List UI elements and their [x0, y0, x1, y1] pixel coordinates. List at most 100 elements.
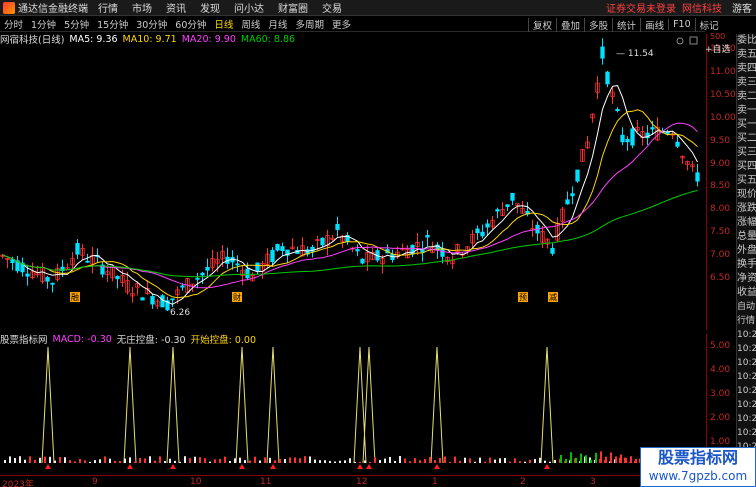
sidebar-item[interactable]: 10:27 — [737, 342, 756, 356]
volume-bar — [484, 461, 486, 463]
sidebar-item[interactable]: 10:27 — [737, 384, 756, 398]
login-notice[interactable]: 证券交易未登录 — [606, 0, 676, 15]
sidebar-item[interactable]: 卖二 — [737, 90, 756, 104]
sidebar-item[interactable]: 卖五 — [737, 48, 756, 62]
sidebar-item[interactable]: 10:27 — [737, 328, 756, 342]
sidebar-item[interactable]: 10:27 — [737, 356, 756, 370]
sidebar-item[interactable]: 10:27 — [737, 370, 756, 384]
volume-bar — [489, 457, 491, 463]
sidebar-item[interactable]: 行情 — [737, 314, 756, 328]
tool-f10[interactable]: F10 — [668, 19, 695, 30]
volume-bar — [324, 460, 326, 463]
volume-bar — [610, 452, 612, 463]
volume-bar — [269, 457, 271, 463]
tool-duogu[interactable]: 多股 — [584, 17, 612, 32]
sidebar-item[interactable]: 卖三 — [737, 76, 756, 90]
tool-fuquan[interactable]: 复权 — [528, 17, 556, 32]
menu-item-zixun[interactable]: 资讯 — [166, 0, 186, 15]
period-daily[interactable]: 日线 — [214, 17, 233, 31]
volume-bar — [570, 452, 572, 463]
menu-item-shichang[interactable]: 市场 — [132, 0, 152, 15]
candle-body — [115, 275, 120, 280]
volume-bar — [289, 457, 291, 463]
watermark: 股票指标网 www.7gpzb.com — [640, 447, 756, 487]
add-watchlist-button[interactable]: +自选 — [705, 42, 731, 55]
volume-bar — [575, 457, 577, 463]
sidebar-item[interactable]: 净资 — [737, 272, 756, 286]
sidebar-item[interactable]: 收益 — [737, 286, 756, 300]
volume-bar — [524, 461, 526, 463]
sidebar-item[interactable]: 总量 — [737, 230, 756, 244]
volume-bar — [404, 458, 406, 463]
sidebar-item[interactable]: 买三 — [737, 146, 756, 160]
sidebar-item[interactable]: 换手 — [737, 258, 756, 272]
candle-body — [600, 46, 605, 59]
volume-bar — [59, 456, 61, 463]
menu-item-faxian[interactable]: 发现 — [200, 0, 220, 15]
sidebar-item[interactable]: 涨跌 — [737, 202, 756, 216]
period-5min[interactable]: 5分钟 — [64, 17, 89, 31]
sidebar-item[interactable]: 外盘 — [737, 244, 756, 258]
candle-body — [50, 282, 55, 285]
volume-bar — [419, 460, 421, 463]
volume-bar — [79, 458, 81, 463]
sidebar-item[interactable]: 卖四 — [737, 62, 756, 76]
volume-bar — [459, 460, 461, 463]
sidebar-item[interactable]: 10:27 — [737, 398, 756, 412]
sidebar-item[interactable]: 卖一 — [737, 104, 756, 118]
volume-bar — [9, 456, 11, 463]
sidebar-item[interactable]: 10:27 — [737, 412, 756, 426]
high-annotation: — 11.54 — [616, 49, 654, 59]
volume-bar — [635, 458, 637, 463]
guest-label[interactable]: 游客 — [732, 0, 752, 15]
period-multi[interactable]: 多周期 — [295, 17, 324, 31]
period-1min[interactable]: 1分钟 — [31, 17, 56, 31]
period-monthly[interactable]: 月线 — [268, 17, 287, 31]
sidebar-item[interactable]: 买二 — [737, 132, 756, 146]
x-tick: 2 — [520, 477, 526, 487]
sidebar-item[interactable]: 买一 — [737, 118, 756, 132]
price-axis-extra: 500 — [710, 32, 726, 41]
period-more[interactable]: 更多 — [332, 17, 351, 31]
price-tick: 6.50 — [710, 273, 731, 283]
volume-bar — [19, 456, 21, 463]
period-weekly[interactable]: 周线 — [241, 17, 260, 31]
volume-bar — [339, 460, 341, 463]
period-30min[interactable]: 30分钟 — [136, 17, 167, 31]
sidebar-item[interactable]: 委比 — [737, 34, 756, 48]
menu-item-wenxiaoda[interactable]: 问小达 — [234, 0, 264, 15]
sidebar-item[interactable]: 买五 — [737, 174, 756, 188]
volume-bar — [560, 455, 562, 463]
menu-item-caifuquan[interactable]: 财富圈 — [278, 0, 308, 15]
indicator-chart[interactable] — [0, 333, 706, 475]
sidebar-item[interactable]: 买四 — [737, 160, 756, 174]
sidebar-item[interactable]: 自动 — [737, 300, 756, 314]
candle-body — [140, 297, 145, 301]
brand-link[interactable]: 网信科技 — [682, 0, 722, 15]
sidebar-item[interactable]: 现价 — [737, 188, 756, 202]
tool-diejia[interactable]: 叠加 — [556, 17, 584, 32]
volume-bar — [229, 461, 231, 463]
watermark-title: 股票指标网 — [657, 448, 738, 467]
volume-bar — [249, 460, 251, 463]
menu-item-jiaoyi[interactable]: 交易 — [322, 0, 342, 15]
volume-bar — [44, 456, 46, 463]
candle-body — [335, 223, 340, 230]
period-60min[interactable]: 60分钟 — [175, 17, 206, 31]
sidebar-item[interactable]: 10:27 — [737, 426, 756, 440]
volume-bar — [119, 460, 121, 463]
signal-arrow — [127, 464, 133, 469]
tool-huaxian[interactable]: 画线 — [640, 17, 668, 32]
period-fenshi[interactable]: 分时 — [4, 17, 23, 31]
tool-biaoji[interactable]: 标记 — [694, 17, 723, 32]
tool-tongji[interactable]: 统计 — [612, 17, 640, 32]
sidebar-item[interactable]: 涨幅 — [737, 216, 756, 230]
candle-body — [630, 128, 635, 146]
volume-bar — [159, 456, 161, 463]
period-15min[interactable]: 15分钟 — [97, 17, 128, 31]
kline-chart[interactable]: — 11.54 6.26 融 财 预 减 — [0, 34, 706, 330]
price-tick: 8.50 — [710, 181, 731, 192]
menu-item-hangqing[interactable]: 行情 — [98, 0, 118, 15]
volume-bar — [605, 456, 607, 463]
candle-body — [505, 204, 510, 208]
